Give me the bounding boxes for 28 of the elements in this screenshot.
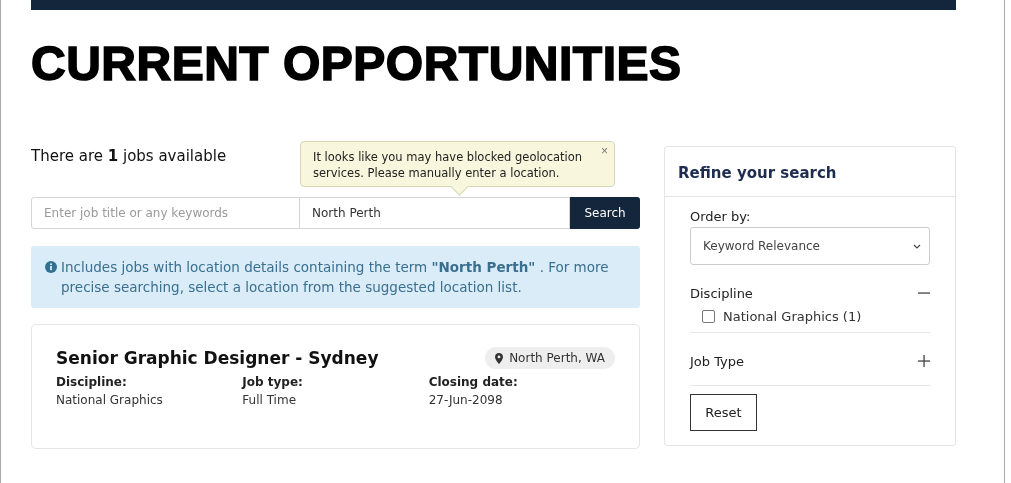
field-value: National Graphics: [56, 393, 164, 407]
tooltip-text: It looks like you may have blocked geolocation services. Please manually enter a location.: [313, 149, 584, 181]
keyword-field[interactable]: Enter job title or any keywords: [31, 197, 300, 229]
checkbox[interactable]: [702, 310, 715, 323]
chevron-down-icon: [913, 243, 921, 249]
field-value: Full Time: [242, 393, 298, 407]
option-label: National Graphics (1): [723, 309, 862, 324]
job-title-link[interactable]: Senior Graphic Designer - Sydney: [56, 348, 379, 368]
reset-button[interactable]: Reset: [690, 394, 757, 431]
location-field[interactable]: North Perth: [300, 197, 570, 229]
filter-header[interactable]: Job Type: [690, 345, 930, 377]
plus-icon: [918, 355, 930, 367]
field-label: Job type:: [242, 375, 304, 389]
map-pin-icon: [495, 352, 504, 364]
field-value: 27-Jun-2098: [428, 393, 504, 407]
page-heading: CURRENT OPPORTUNITIES: [31, 36, 683, 92]
field-label: Discipline:: [56, 375, 128, 389]
location-text: North Perth, WA: [509, 351, 605, 365]
filter-header[interactable]: Discipline: [690, 277, 930, 309]
info-icon: [45, 261, 57, 273]
search-button[interactable]: Search: [570, 197, 640, 229]
panel-title: Refine your search: [678, 164, 837, 182]
job-count-text: There are 1 jobs available: [31, 147, 227, 165]
info-text: Includes jobs with location details containing the term "North Perth" . For more precise searching, select a location from the suggested location list.: [61, 258, 610, 297]
order-dropdown[interactable]: Keyword Relevance: [690, 227, 930, 265]
order-label: Order by:: [690, 209, 752, 224]
close-button[interactable]: ×: [601, 144, 608, 158]
field-label: Closing date:: [428, 375, 519, 389]
